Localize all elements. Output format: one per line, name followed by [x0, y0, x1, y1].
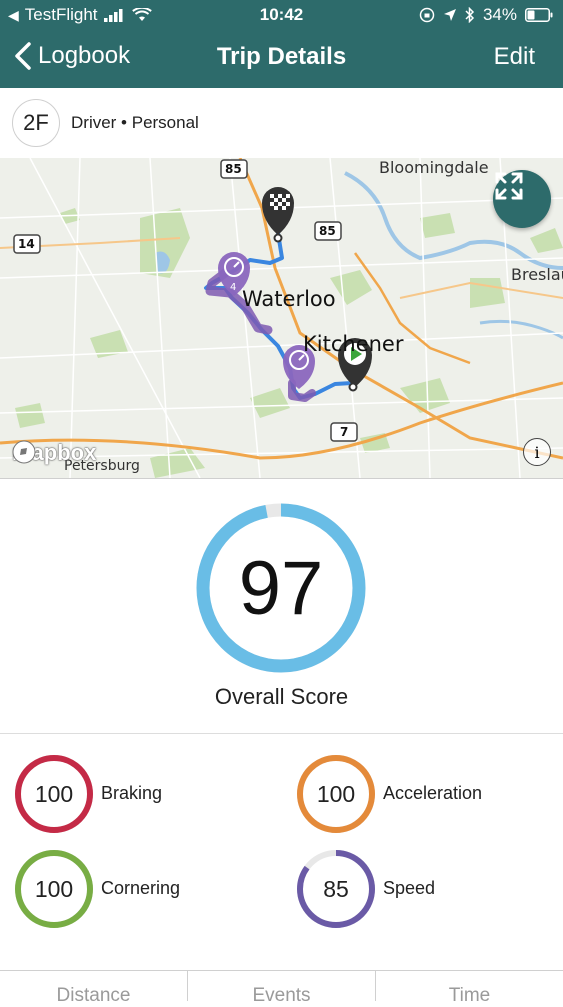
edit-button[interactable]: Edit — [494, 43, 535, 71]
nav-bar: Logbook Trip Details Edit — [0, 30, 563, 88]
overall-score-value: 97 — [238, 545, 324, 631]
location-icon — [443, 9, 456, 21]
expand-arrows-icon — [495, 172, 523, 200]
braking-value: 100 — [34, 780, 74, 807]
driver-role: Driver • Personal — [71, 113, 199, 132]
bluetooth-icon — [465, 7, 475, 23]
mapbox-logo-icon — [12, 440, 36, 464]
metric-speed[interactable]: 85 Speed — [295, 848, 555, 930]
acceleration-value: 100 — [316, 780, 356, 807]
marker-count-label: 4 — [230, 282, 237, 293]
expand-map-button[interactable] — [493, 170, 551, 228]
tab-events[interactable]: Events — [188, 971, 376, 1006]
chevron-left-icon — [15, 42, 31, 70]
place-breslau: Breslau — [511, 265, 563, 284]
overall-score-label: Overall Score — [214, 684, 349, 709]
orientation-lock-icon — [419, 7, 435, 23]
status-right: 34% — [419, 5, 553, 25]
map-info-button[interactable]: i — [523, 438, 551, 466]
trip-map[interactable]: 85 85 14 7 4 Bloomingdale Waterloo Kitch… — [0, 158, 563, 479]
driver-row: 2F Driver • Personal — [0, 88, 563, 159]
cornering-value: 100 — [34, 875, 74, 902]
shield-label-7: 7 — [340, 425, 349, 439]
overall-score-section: 97 Overall Score — [0, 478, 563, 734]
mapbox-attribution[interactable]: mapbox — [12, 440, 96, 466]
shield-label-14: 14 — [18, 237, 35, 251]
place-kitchener: Kitchener — [303, 332, 404, 356]
battery-icon — [525, 8, 553, 22]
place-waterloo: Waterloo — [242, 287, 336, 311]
tab-distance[interactable]: Distance — [0, 971, 188, 1006]
metric-cornering[interactable]: 100 Cornering — [13, 848, 273, 930]
battery-percent: 34% — [482, 5, 517, 24]
driver-avatar: 2F — [12, 99, 60, 147]
metric-acceleration[interactable]: 100 Acceleration — [295, 753, 555, 835]
speed-value: 85 — [323, 875, 349, 902]
shield-label-85b: 85 — [319, 224, 336, 238]
status-bar: ◀ TestFlight 10:42 34% — [0, 0, 563, 30]
back-button-label: Logbook — [38, 42, 131, 69]
acceleration-label: Acceleration — [383, 783, 483, 803]
metric-braking[interactable]: 100 Braking — [13, 753, 273, 835]
place-bloomingdale: Bloomingdale — [379, 158, 489, 177]
map-background — [0, 158, 563, 478]
speed-label: Speed — [383, 878, 436, 898]
back-button[interactable]: Logbook — [14, 42, 130, 70]
bottom-tabs: Distance Events Time — [0, 970, 563, 1006]
tab-time[interactable]: Time — [376, 971, 563, 1006]
cornering-label: Cornering — [101, 878, 181, 898]
braking-label: Braking — [101, 783, 163, 803]
shield-label-85a: 85 — [225, 162, 242, 176]
info-icon: i — [534, 442, 540, 462]
